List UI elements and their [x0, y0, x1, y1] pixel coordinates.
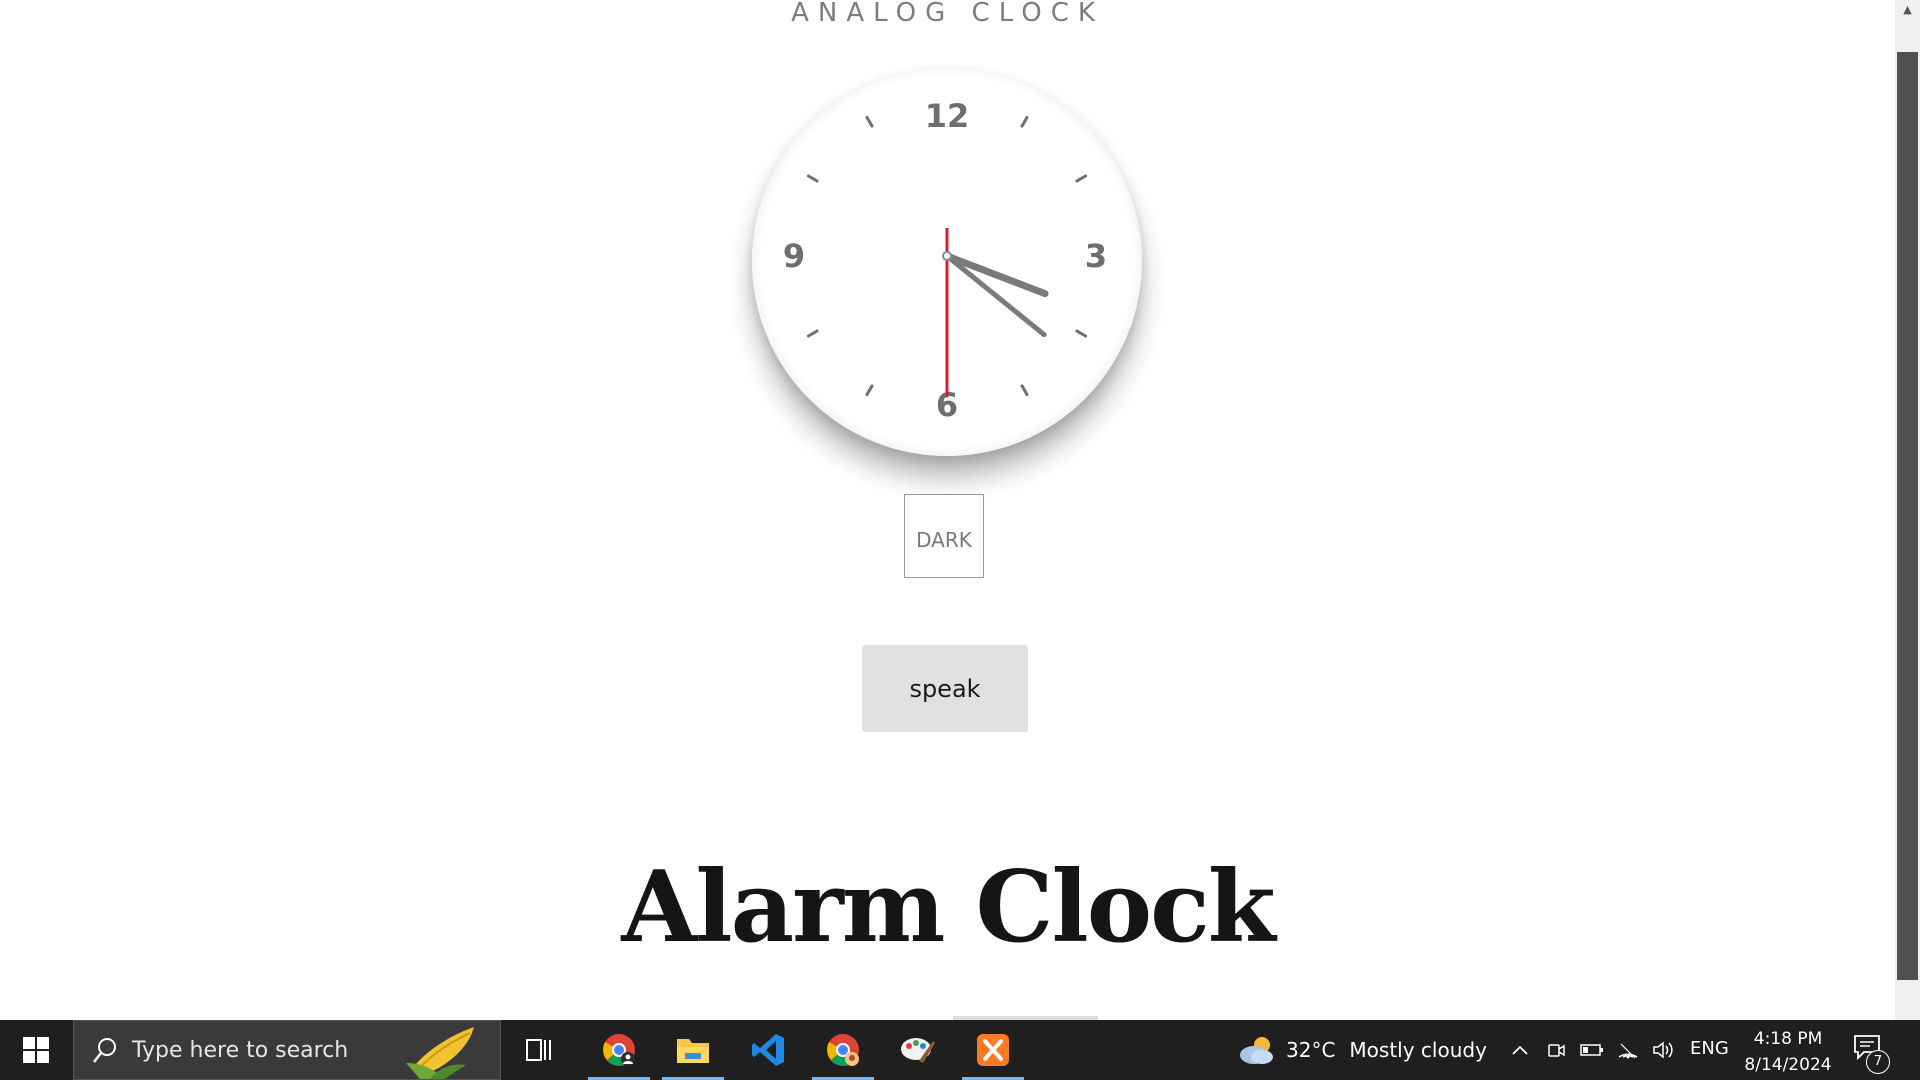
taskbar-search-box[interactable]: Type here to search [73, 1020, 501, 1080]
input-language[interactable]: ENG [1690, 1038, 1729, 1059]
paint-icon [901, 1038, 935, 1063]
hour-tick [865, 115, 874, 128]
file-explorer-icon [677, 1039, 709, 1063]
tray-time: 4:18 PM [1753, 1029, 1823, 1049]
taskbar-app-file-explorer[interactable] [662, 1020, 724, 1080]
scroll-thumb[interactable] [1897, 52, 1918, 980]
hour-tick [806, 174, 819, 183]
dark-mode-button[interactable]: DARK [904, 494, 984, 578]
vertical-scrollbar[interactable]: ▲ [1895, 0, 1920, 1020]
weather-temperature: 32°C [1286, 1038, 1336, 1062]
tray-network[interactable] [1614, 1020, 1642, 1080]
scroll-up-arrow-icon[interactable]: ▲ [1895, 0, 1920, 20]
tray-date: 8/14/2024 [1744, 1055, 1832, 1075]
speak-button[interactable]: speak [862, 645, 1028, 732]
clock-tray[interactable]: 4:18 PM 8/14/2024 [1740, 1026, 1836, 1078]
hour-hand [944, 253, 1047, 338]
weather-widget[interactable]: 32°C Mostly cloudy [1236, 1020, 1487, 1080]
hour-tick [865, 384, 874, 397]
tray-battery[interactable] [1578, 1020, 1606, 1080]
analog-clock: 12 3 6 9 [752, 66, 1142, 456]
speaker-icon [1653, 1041, 1673, 1059]
battery-icon [1580, 1044, 1603, 1056]
hour-tick [1020, 384, 1029, 397]
clock-dial: 12 3 6 9 [783, 97, 1107, 424]
taskbar-app-chrome-profile[interactable] [588, 1020, 650, 1080]
taskbar-app-vscode[interactable] [737, 1020, 799, 1080]
chevron-up-icon [1512, 1045, 1528, 1055]
hour-tick [1075, 174, 1088, 183]
taskbar-app-chrome[interactable] [812, 1020, 874, 1080]
chrome-icon [827, 1034, 859, 1066]
camera-tray-icon [1548, 1044, 1565, 1057]
page-title: ANALOG CLOCK [791, 0, 1104, 28]
minute-hand [943, 252, 1049, 298]
page: ANALOG CLOCK 12 3 6 9 DARK speak Alarm C… [0, 0, 1895, 1020]
tray-meet-now[interactable] [1544, 1020, 1568, 1080]
hour-tick [1020, 115, 1029, 128]
search-icon [93, 1038, 116, 1063]
numeral-9: 9 [783, 237, 805, 275]
taskbar: Type here to search 32°C Mostly cloudy E… [0, 1020, 1920, 1080]
xampp-icon [977, 1034, 1009, 1066]
corn-search-highlight-icon [406, 1027, 474, 1079]
taskbar-app-xampp[interactable] [962, 1020, 1024, 1080]
task-view-icon [526, 1039, 551, 1061]
chrome-profile-icon [603, 1034, 635, 1066]
tray-volume[interactable] [1650, 1020, 1678, 1080]
numeral-3: 3 [1085, 237, 1107, 275]
search-placeholder: Type here to search [132, 1038, 349, 1063]
start-button[interactable] [0, 1020, 72, 1080]
taskbar-app-paint[interactable] [887, 1020, 949, 1080]
weather-condition: Mostly cloudy [1349, 1038, 1487, 1062]
alarm-clock-heading: Alarm Clock [621, 850, 1275, 965]
clock-center-pin [942, 251, 952, 261]
windows-logo-icon [23, 1037, 49, 1063]
vscode-icon [752, 1034, 784, 1066]
hour-tick [1075, 329, 1088, 338]
wifi-icon [1618, 1043, 1638, 1059]
notification-count-badge: 7 [1866, 1050, 1890, 1074]
hour-tick [806, 329, 819, 338]
task-view-button[interactable] [510, 1020, 568, 1080]
cloudy-weather-icon [1240, 1037, 1273, 1064]
show-hidden-icons-button[interactable] [1508, 1020, 1532, 1080]
numeral-12: 12 [925, 97, 970, 135]
